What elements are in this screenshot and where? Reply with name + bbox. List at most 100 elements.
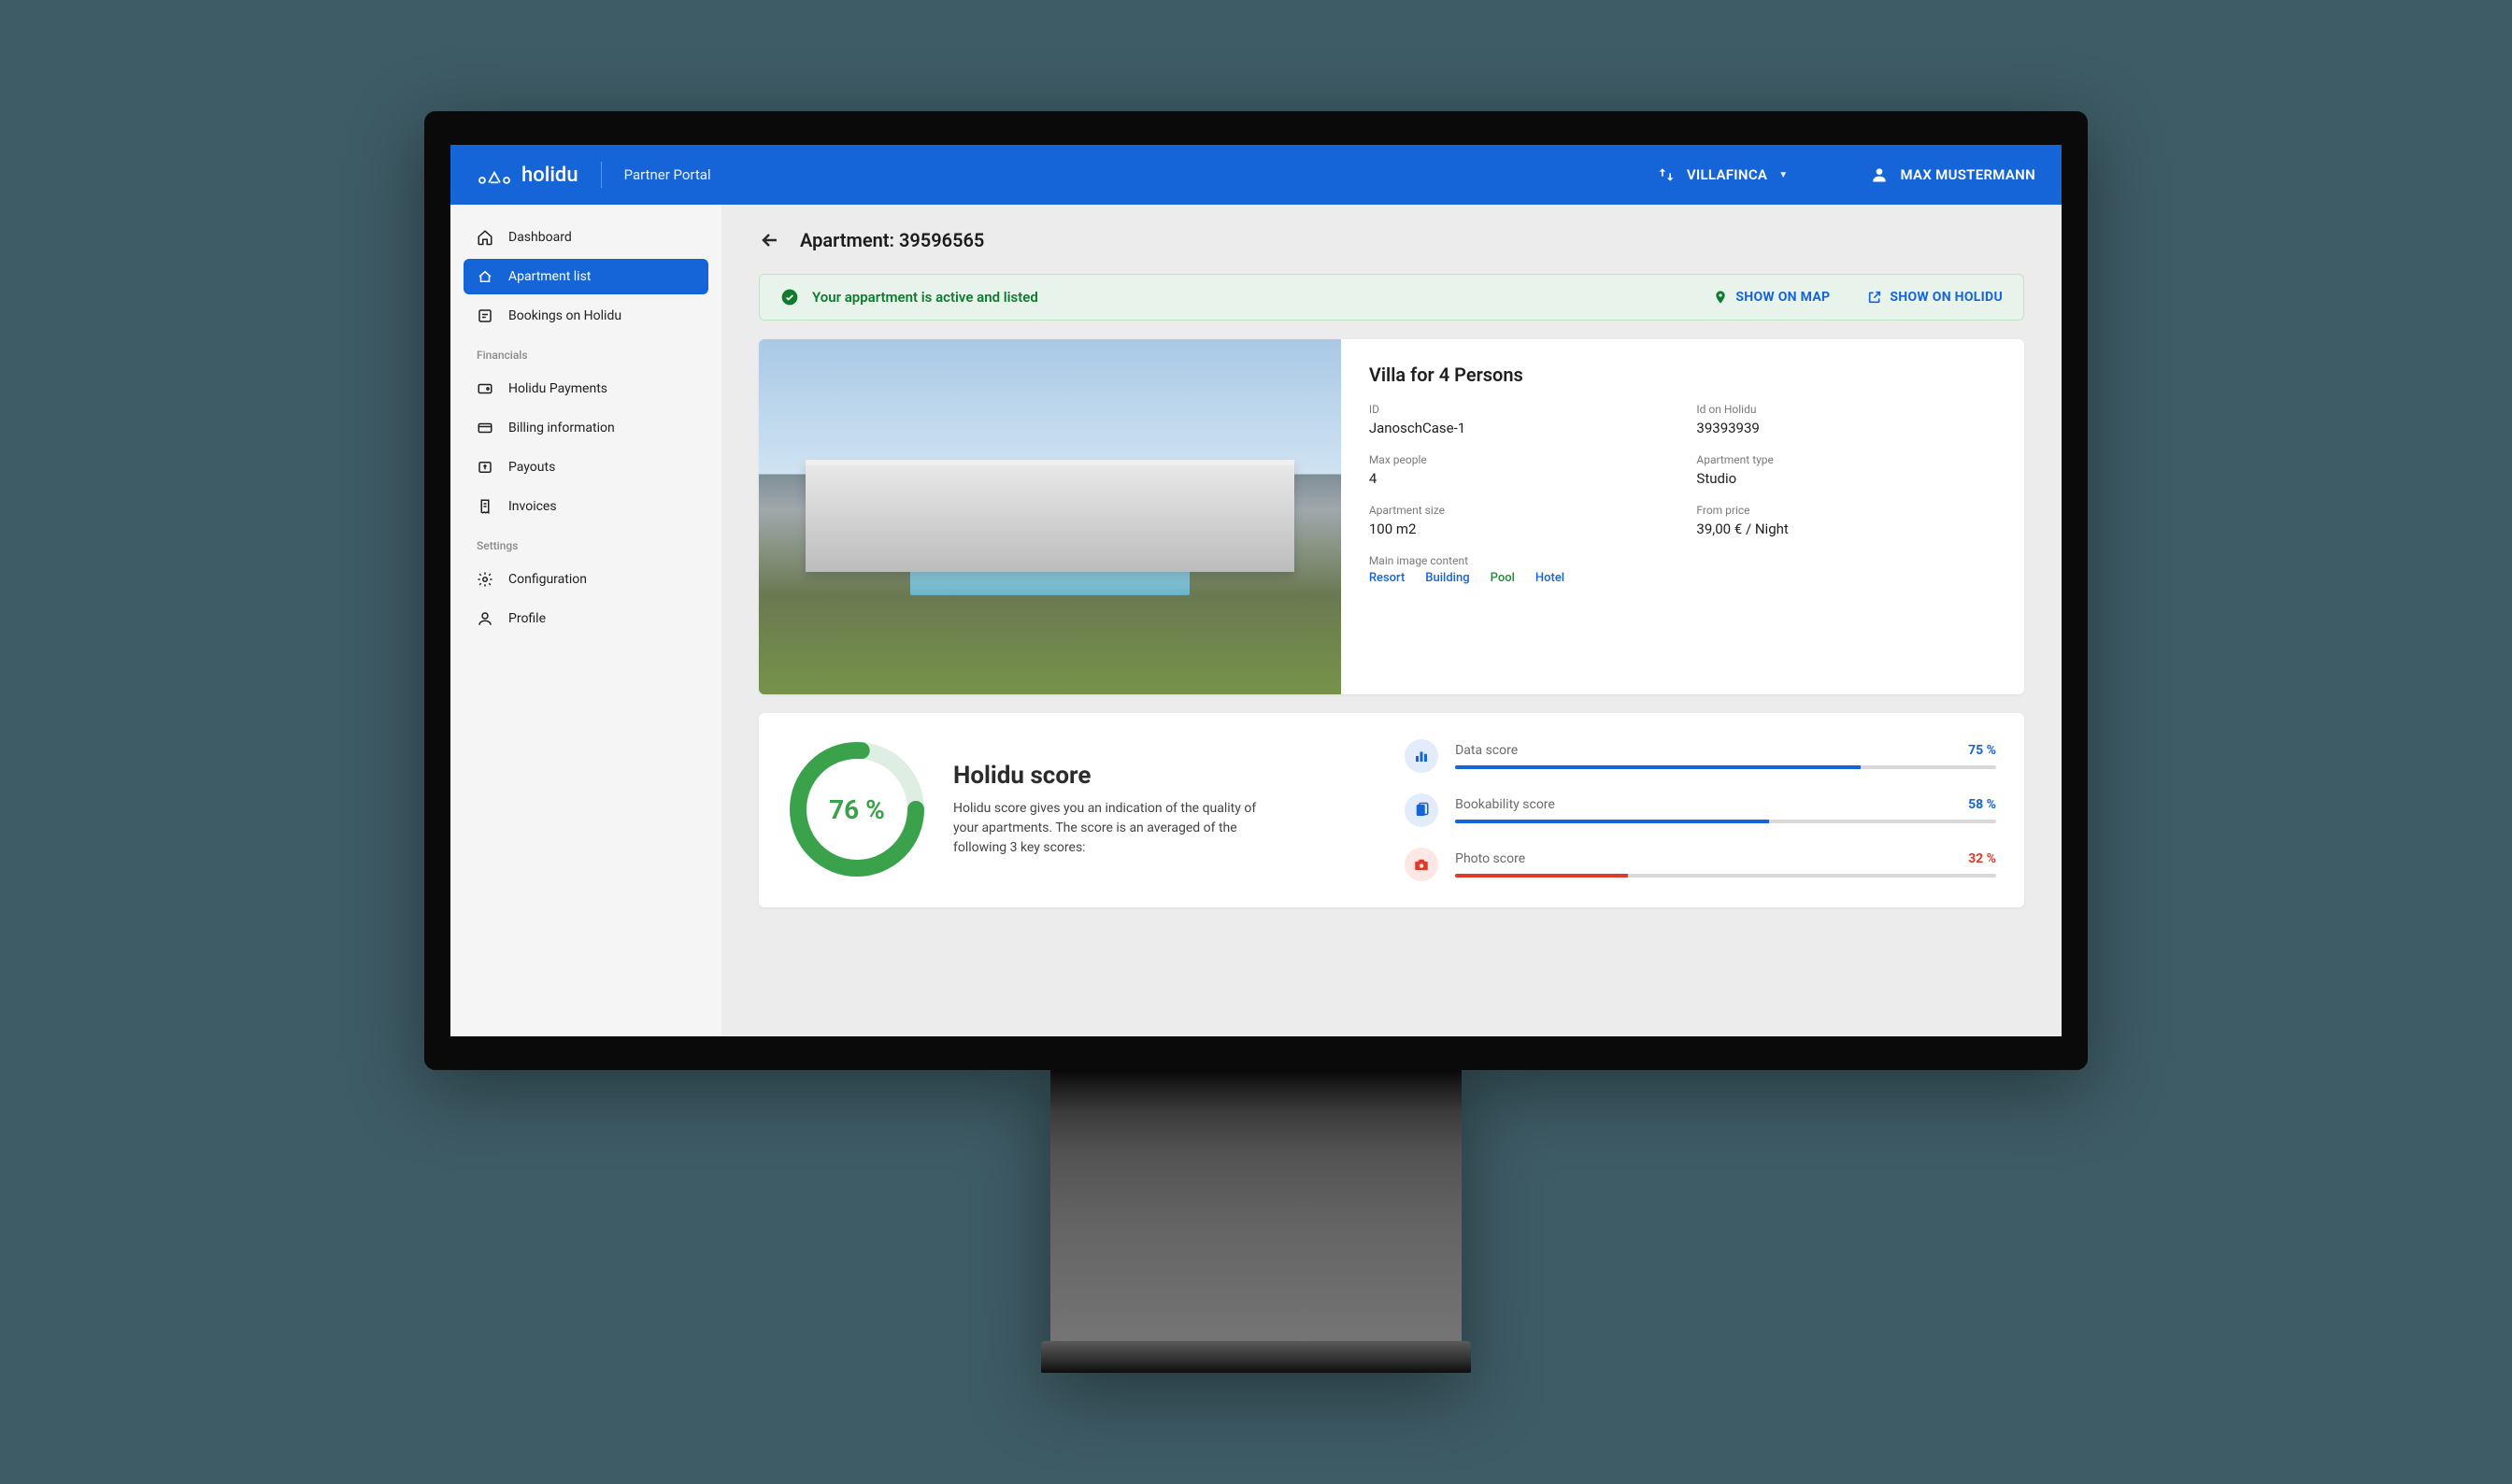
tag-building[interactable]: Building (1425, 571, 1469, 585)
progress-track (1455, 820, 1996, 823)
score-value: 58 % (1968, 797, 1996, 812)
app-body: Dashboard Apartment list Bookings on Hol… (450, 205, 2062, 1036)
meta-grid: ID JanoschCase-1 Id on Holidu 39393939 M… (1369, 403, 1996, 537)
app-header: holidu Partner Portal VILLAFINCA ▼ (450, 145, 2062, 205)
sidebar-item-payments[interactable]: Holidu Payments (464, 371, 708, 407)
home-icon (477, 229, 493, 246)
sidebar-item-invoices[interactable]: Invoices (464, 489, 708, 524)
sidebar-section-settings: Settings (464, 528, 708, 558)
progress-track (1455, 874, 1996, 878)
brand-block: holidu Partner Portal (477, 162, 711, 188)
profile-icon (477, 610, 493, 627)
monitor-mockup: holidu Partner Portal VILLAFINCA ▼ (424, 111, 2088, 1373)
meta-holidu-id: Id on Holidu 39393939 (1696, 403, 1996, 436)
holidu-score-card: 76 % Holidu score Holidu score gives you… (759, 713, 2024, 907)
sidebar-item-profile[interactable]: Profile (464, 601, 708, 636)
house-logo-icon (477, 164, 512, 186)
show-on-map-link[interactable]: SHOW ON MAP (1713, 290, 1830, 305)
score-row-data: Data score 75 % (1405, 739, 1996, 773)
sidebar-item-payouts[interactable]: Payouts (464, 449, 708, 485)
org-switcher[interactable]: VILLAFINCA ▼ (1657, 165, 1789, 184)
score-row-photo: Photo score 32 % (1405, 848, 1996, 881)
payout-icon (477, 459, 493, 476)
score-value: 75 % (1968, 743, 1996, 758)
show-on-holidu-label: SHOW ON HOLIDU (1890, 290, 2003, 305)
gear-icon (477, 571, 493, 588)
sidebar-item-label: Bookings on Holidu (508, 308, 621, 323)
score-text: Holidu score Holidu score gives you an i… (953, 762, 1262, 858)
meta-label: From price (1696, 504, 1996, 517)
page-title-row: Apartment: 39596565 (759, 223, 2024, 255)
progress-fill (1455, 874, 1628, 878)
monitor-stand-neck (1050, 1070, 1462, 1341)
score-breakdown: Data score 75 % (1405, 739, 1996, 881)
chevron-down-icon: ▼ (1778, 170, 1788, 180)
score-description: Holidu score gives you an indication of … (953, 799, 1262, 858)
score-title: Holidu score (953, 762, 1262, 790)
sidebar-item-label: Holidu Payments (508, 381, 607, 396)
main-content: Apartment: 39596565 Your appartment is a… (721, 205, 2062, 1036)
meta-id: ID JanoschCase-1 (1369, 403, 1669, 436)
sidebar: Dashboard Apartment list Bookings on Hol… (450, 205, 721, 1036)
status-banner: Your appartment is active and listed SHO… (759, 274, 2024, 321)
meta-label: ID (1369, 403, 1669, 416)
sidebar-item-configuration[interactable]: Configuration (464, 562, 708, 597)
meta-apt-type: Apartment type Studio (1696, 453, 1996, 487)
book-icon (1405, 793, 1438, 827)
invoice-icon (477, 498, 493, 515)
meta-apt-size: Apartment size 100 m2 (1369, 504, 1669, 537)
meta-max-people: Max people 4 (1369, 453, 1669, 487)
map-pin-icon (1713, 290, 1728, 305)
meta-value: 4 (1369, 470, 1669, 487)
booking-icon (477, 307, 493, 324)
sidebar-item-bookings[interactable]: Bookings on Holidu (464, 298, 708, 334)
meta-value: 39393939 (1696, 420, 1996, 436)
camera-icon (1405, 848, 1438, 881)
org-name: VILLAFINCA (1687, 166, 1767, 183)
tag-pool[interactable]: Pool (1491, 571, 1515, 585)
swap-icon (1657, 165, 1676, 184)
meta-label: Max people (1369, 453, 1669, 466)
sidebar-item-label: Profile (508, 611, 546, 626)
house-small-icon (477, 268, 493, 285)
meta-label: Apartment type (1696, 453, 1996, 466)
person-icon (1870, 165, 1889, 184)
score-overall-value: 76 % (787, 739, 927, 879)
apartment-photo (759, 339, 1341, 694)
user-name: MAX MUSTERMANN (1900, 166, 2035, 183)
back-button[interactable] (759, 229, 781, 251)
monitor-stand-base (1041, 1341, 1471, 1373)
meta-from-price: From price 39,00 € / Night (1696, 504, 1996, 537)
progress-fill (1455, 765, 1861, 769)
show-on-map-label: SHOW ON MAP (1735, 290, 1830, 305)
show-on-holidu-link[interactable]: SHOW ON HOLIDU (1867, 290, 2003, 305)
brand-logo[interactable]: holidu (477, 164, 578, 187)
portal-label: Partner Portal (624, 166, 711, 183)
sidebar-item-label: Apartment list (508, 269, 591, 284)
sidebar-item-billing[interactable]: Billing information (464, 410, 708, 446)
sidebar-item-label: Invoices (508, 499, 557, 514)
card-icon (477, 420, 493, 436)
page-title: Apartment: 39596565 (800, 229, 984, 251)
meta-label: Id on Holidu (1696, 403, 1996, 416)
sidebar-item-apartment-list[interactable]: Apartment list (464, 259, 708, 294)
sidebar-item-dashboard[interactable]: Dashboard (464, 220, 708, 255)
meta-label: Main image content (1369, 554, 1996, 567)
score-name: Data score (1455, 743, 1518, 758)
app-screen: holidu Partner Portal VILLAFINCA ▼ (450, 145, 2062, 1036)
apartment-hero-card: Villa for 4 Persons ID JanoschCase-1 Id … (759, 339, 2024, 694)
meta-image-content: Main image content Resort Building Pool … (1369, 554, 1996, 585)
sidebar-item-label: Configuration (508, 572, 587, 587)
user-menu[interactable]: MAX MUSTERMANN (1870, 165, 2035, 184)
sidebar-item-label: Billing information (508, 421, 615, 435)
check-circle-icon (780, 288, 799, 307)
score-name: Bookability score (1455, 797, 1555, 812)
monitor-bezel: holidu Partner Portal VILLAFINCA ▼ (424, 111, 2088, 1070)
tag-hotel[interactable]: Hotel (1535, 571, 1564, 585)
brand-divider (601, 162, 602, 188)
tag-resort[interactable]: Resort (1369, 571, 1405, 585)
meta-value: 100 m2 (1369, 521, 1669, 537)
sidebar-item-label: Payouts (508, 460, 555, 475)
apartment-title: Villa for 4 Persons (1369, 364, 1996, 386)
apartment-meta: Villa for 4 Persons ID JanoschCase-1 Id … (1341, 339, 2024, 694)
